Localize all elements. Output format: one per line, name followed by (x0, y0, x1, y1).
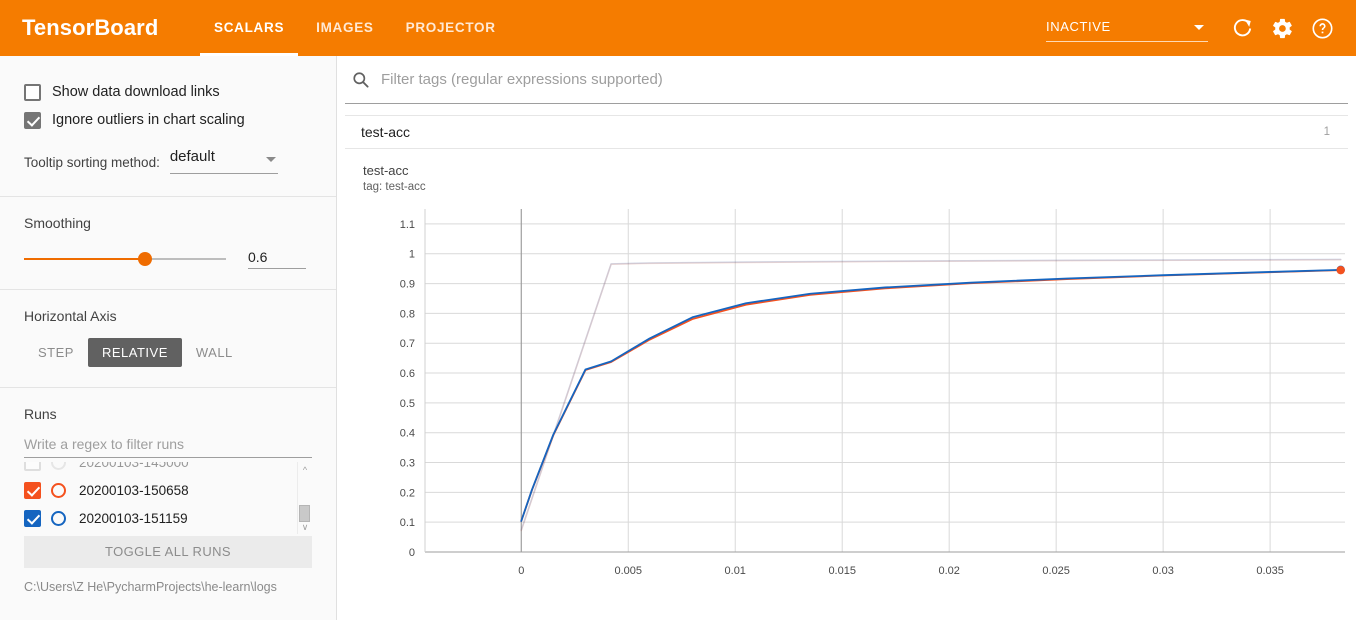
show-download-links-checkbox[interactable] (24, 83, 41, 101)
left-sidebar: Show data download links Ignore outliers… (0, 56, 337, 620)
chart-svg[interactable]: 0 0.1 0.2 0.3 0.4 0.5 0.6 0.7 0.8 0.9 1 1.1 0 0.005 0.… (345, 207, 1348, 587)
app-header: TensorBoard SCALARS IMAGES PROJECTOR INA… (0, 0, 1356, 56)
y-axis-tick-label: 1.1 (400, 219, 415, 231)
x-axis-tick-label: 0.025 (1042, 565, 1070, 577)
run-color-dot (51, 462, 66, 470)
tag-group-header[interactable]: test-acc 1 (345, 115, 1348, 149)
ignore-outliers-checkbox[interactable] (24, 111, 41, 129)
y-axis-tick-label: 0 (409, 547, 415, 559)
run-item-0[interactable]: 20200103-145000 (24, 462, 312, 476)
tooltip-sorting-value: default (169, 148, 215, 165)
y-axis-tick-label: 0.7 (400, 338, 415, 350)
gear-icon (1272, 18, 1292, 38)
run-label: 20200103-145000 (79, 462, 189, 470)
y-axis-tick-label: 0.8 (400, 308, 415, 320)
help-icon (1311, 17, 1333, 39)
run-label: 20200103-151159 (79, 510, 188, 526)
smoothing-title: Smoothing (24, 215, 91, 231)
chart-subtitle: tag: test-acc (363, 181, 426, 193)
run-label: 20200103-150658 (79, 482, 189, 498)
app-brand: TensorBoard (22, 15, 159, 40)
runs-scrollbar[interactable]: ^ ∨ (297, 462, 311, 534)
refresh-icon (1233, 18, 1251, 36)
chart-title: test-acc (363, 163, 409, 178)
y-axis-tick-label: 0.1 (400, 517, 415, 529)
tag-filter-placeholder: Filter tags (regular expressions support… (381, 71, 663, 88)
scalar-chart-card: test-acc tag: test-acc 0 0.1 0.2 0.3 0.4 0.5 0… (345, 159, 1348, 589)
tag-group-count: 1 (1323, 126, 1330, 138)
horizontal-axis-title: Horizontal Axis (24, 308, 117, 324)
y-axis-tick-label: 0.5 (400, 398, 415, 410)
slider-thumb[interactable] (138, 252, 153, 266)
x-axis-tick-label: 0.035 (1256, 565, 1284, 577)
runs-filter-input[interactable]: Write a regex to filter runs (24, 436, 312, 458)
chevron-down-icon (265, 157, 276, 162)
tab-scalars[interactable]: SCALARS (198, 0, 300, 56)
y-axis-tick-label: 0.3 (400, 458, 415, 470)
ignore-outliers-row[interactable]: Ignore outliers in chart scaling (24, 106, 312, 134)
scroll-up-icon[interactable]: ^ (300, 465, 310, 475)
endpoint-marker-1 (1336, 265, 1345, 275)
horizontal-axis-section: Horizontal Axis STEP RELATIVE WALL (0, 290, 336, 367)
y-axis-tick-label: 0.2 (400, 487, 415, 499)
run-status-value: INACTIVE (1046, 19, 1111, 34)
tensorboard-app: TensorBoard SCALARS IMAGES PROJECTOR INA… (0, 0, 1356, 620)
y-axis-tick-label: 1 (409, 249, 415, 261)
chart-options-section: Show data download links Ignore outliers… (0, 56, 336, 178)
main-panel: Filter tags (regular expressions support… (337, 56, 1356, 620)
y-axis-tick-label: 0.9 (400, 279, 415, 291)
tab-projector[interactable]: PROJECTOR (390, 0, 512, 56)
logdir-path: C:\Users\Z He\PycharmProjects\he-learn\l… (24, 580, 277, 594)
show-download-links-row[interactable]: Show data download links (24, 78, 312, 106)
y-axis-tick-label: 0.6 (400, 368, 415, 380)
runs-title: Runs (24, 406, 57, 422)
run-status-dropdown[interactable]: INACTIVE (1046, 14, 1208, 42)
tag-filter-bar[interactable]: Filter tags (regular expressions support… (345, 56, 1348, 104)
tab-images[interactable]: IMAGES (300, 0, 389, 56)
chevron-down-icon (1194, 25, 1204, 30)
axis-button-wall[interactable]: WALL (182, 338, 247, 367)
help-button[interactable] (1302, 8, 1342, 48)
smoothing-slider[interactable] (24, 250, 226, 268)
header-actions: INACTIVE (1046, 0, 1342, 56)
main-tabs: SCALARS IMAGES PROJECTOR (198, 0, 512, 56)
ignore-outliers-label: Ignore outliers in chart scaling (52, 112, 245, 128)
scroll-down-icon[interactable]: ∨ (300, 522, 310, 532)
tag-group-name: test-acc (361, 124, 411, 140)
y-axis-tick-label: 0.4 (400, 428, 415, 440)
settings-button[interactable] (1262, 8, 1302, 48)
scalar-plot[interactable]: 0 0.1 0.2 0.3 0.4 0.5 0.6 0.7 0.8 0.9 1 1.1 0 0.005 0.… (345, 207, 1348, 587)
run-color-dot (51, 510, 66, 526)
scrollbar-thumb[interactable] (299, 505, 310, 522)
tooltip-sorting-row: Tooltip sorting method: default (24, 148, 312, 178)
slider-fill (24, 258, 146, 260)
search-icon (351, 70, 371, 90)
tooltip-sorting-label: Tooltip sorting method: (24, 155, 160, 170)
horizontal-axis-buttons: STEP RELATIVE WALL (24, 338, 312, 367)
x-axis-tick-label: 0.03 (1152, 565, 1173, 577)
runs-list: 20200103-145000 20200103-150658 20200103… (24, 462, 312, 534)
axis-button-step[interactable]: STEP (24, 338, 88, 367)
run-checkbox[interactable] (24, 481, 41, 499)
x-axis-tick-label: 0.015 (828, 565, 856, 577)
x-axis-tick-label: 0.01 (725, 565, 746, 577)
show-download-links-label: Show data download links (52, 84, 220, 100)
toggle-all-runs-button[interactable]: TOGGLE ALL RUNS (24, 536, 312, 568)
x-axis-tick-label: 0 (518, 565, 524, 577)
smoothing-row: 0.6 (24, 249, 312, 269)
run-item-2[interactable]: 20200103-151159 (24, 504, 312, 532)
axis-button-relative[interactable]: RELATIVE (87, 338, 182, 367)
run-checkbox[interactable] (24, 462, 41, 471)
runs-section: Runs Write a regex to filter runs 202001… (0, 388, 336, 594)
run-item-1[interactable]: 20200103-150658 (24, 476, 312, 504)
run-color-dot (51, 482, 66, 498)
tooltip-sorting-dropdown[interactable]: default (169, 148, 278, 174)
smoothing-value-input[interactable]: 0.6 (248, 249, 306, 269)
refresh-button[interactable] (1222, 8, 1262, 48)
x-axis-tick-label: 0.005 (614, 565, 642, 577)
smoothing-section: Smoothing 0.6 (0, 197, 336, 269)
x-axis-tick-label: 0.02 (938, 565, 959, 577)
run-checkbox[interactable] (24, 509, 41, 527)
